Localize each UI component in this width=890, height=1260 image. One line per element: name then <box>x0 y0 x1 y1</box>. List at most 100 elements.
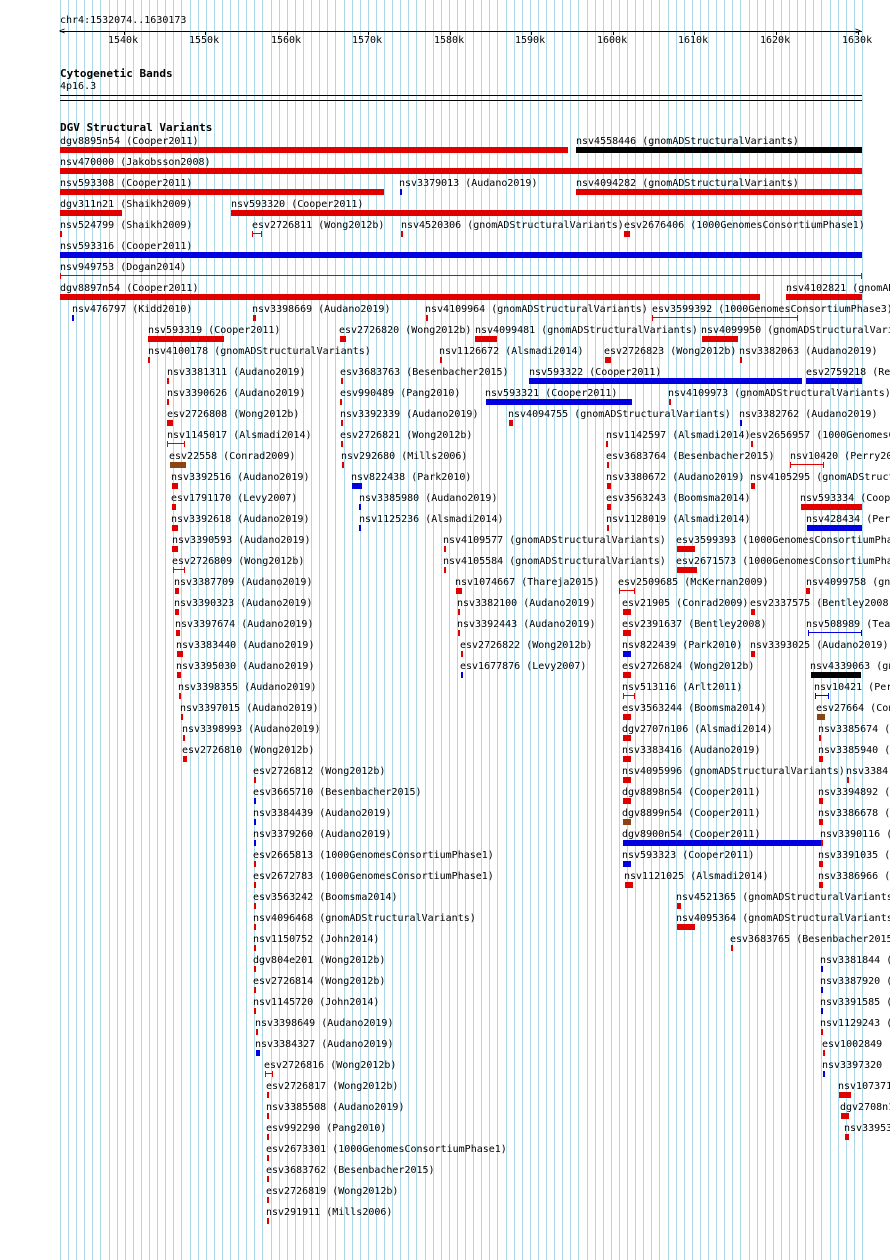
variant-tick[interactable] <box>819 882 823 888</box>
variant-label[interactable]: nsv1129243 (Alsmadi2014) <box>820 1018 890 1029</box>
variant-tick[interactable] <box>181 714 183 720</box>
variant-label[interactable]: nsv3382100 (Audano2019) <box>457 598 595 609</box>
variant-label[interactable]: nsv291911 (Mills2006) <box>266 1207 392 1218</box>
variant-label[interactable]: nsv3380672 (Audano2019) <box>606 472 744 483</box>
variant-label[interactable]: esv2726824 (Wong2012b) <box>622 661 754 672</box>
variant-tick[interactable] <box>254 840 256 846</box>
variant-tick[interactable] <box>256 1050 260 1056</box>
variant-label[interactable]: esv1002849 (Pang2010) <box>822 1039 890 1050</box>
variant-tick[interactable] <box>821 966 823 972</box>
variant-label[interactable]: nsv1074667 (Thareja2015) <box>455 577 600 588</box>
variant-label[interactable]: esv3563244 (Boomsma2014) <box>622 703 767 714</box>
variant-label[interactable]: nsv3391585 (Audano2019) <box>820 997 890 1008</box>
variant-tick[interactable] <box>623 630 631 636</box>
variant-bar[interactable] <box>817 714 825 720</box>
variant-label[interactable]: nsv3390626 (Audano2019) <box>167 388 305 399</box>
variant-tick[interactable] <box>172 483 178 489</box>
variant-tick[interactable] <box>254 777 256 783</box>
variant-tick[interactable] <box>821 840 823 846</box>
variant-label[interactable]: nsv3387709 (Audano2019) <box>174 577 312 588</box>
variant-tick[interactable] <box>267 1176 269 1182</box>
variant-label[interactable]: nsv593319 (Cooper2011) <box>148 325 280 336</box>
variant-tick[interactable] <box>359 525 361 531</box>
variant-tick[interactable] <box>819 798 823 804</box>
variant-bar[interactable] <box>677 567 697 573</box>
variant-label[interactable]: dgv8895n54 (Cooper2011) <box>60 136 198 147</box>
variant-label[interactable]: esv2726808 (Wong2012b) <box>167 409 299 420</box>
variant-tick[interactable] <box>823 1050 825 1056</box>
variant-tick[interactable] <box>341 420 343 426</box>
variant-label[interactable]: esv2726823 (Wong2012b) <box>604 346 736 357</box>
variant-tick[interactable] <box>341 441 343 447</box>
variant-label[interactable]: nsv3386678 (Audano2019) <box>818 808 890 819</box>
variant-label[interactable]: nsv593316 (Cooper2011) <box>60 241 192 252</box>
variant-label[interactable]: esv2337575 (Bentley2008) <box>750 598 890 609</box>
variant-label[interactable]: nsv476797 (Kidd2010) <box>72 304 192 315</box>
variant-label[interactable]: nsv3397015 (Audano2019) <box>180 703 318 714</box>
variant-label[interactable]: nsv470000 (Jakobsson2008) <box>60 157 211 168</box>
variant-label[interactable]: esv3683765 (Besenbacher2015) <box>730 934 890 945</box>
variant-tick[interactable] <box>267 1197 269 1203</box>
variant-label[interactable]: nsv4105584 (gnomADStructuralVariants) <box>443 556 666 567</box>
variant-label[interactable]: nsv3398993 (Audano2019) <box>182 724 320 735</box>
variant-label[interactable]: nsv1121025 (Alsmadi2014) <box>624 871 769 882</box>
variant-label[interactable]: esv2726812 (Wong2012b) <box>253 766 385 777</box>
variant-label[interactable]: nsv593321 (Cooper2011) <box>485 388 617 399</box>
variant-label[interactable]: esv2391637 (Bentley2008) <box>622 619 767 630</box>
variant-label[interactable]: dgv8899n54 (Cooper2011) <box>622 808 760 819</box>
variant-label[interactable]: nsv4094282 (gnomADStructuralVariants) <box>576 178 799 189</box>
variant-tick[interactable] <box>444 567 446 573</box>
variant-label[interactable]: nsv4109577 (gnomADStructuralVariants) <box>443 535 666 546</box>
variant-tick[interactable] <box>359 504 361 510</box>
variant-label[interactable]: nsv1073717 (Thareja2015) <box>838 1081 890 1092</box>
variant-label[interactable]: dgv2708n106 (Alsmadi2014) <box>840 1102 890 1113</box>
variant-tick[interactable] <box>177 672 181 678</box>
variant-bar[interactable] <box>60 147 568 153</box>
variant-tick[interactable] <box>254 924 256 930</box>
variant-tick[interactable] <box>172 546 178 552</box>
variant-bracket[interactable] <box>167 443 185 444</box>
variant-label[interactable]: nsv428434 (Perry2008) <box>806 514 890 525</box>
variant-label[interactable]: nsv4099481 (gnomADStructuralVariants) <box>475 325 698 336</box>
variant-tick[interactable] <box>821 1029 823 1035</box>
variant-label[interactable]: nsv3395030 (Audano2019) <box>176 661 314 672</box>
variant-label[interactable]: nsv593334 (Cooper2011) <box>800 493 890 504</box>
variant-label[interactable]: nsv3387920 (Audano2019) <box>820 976 890 987</box>
variant-label[interactable]: esv2673301 (1000GenomesConsortiumPhase1) <box>266 1144 507 1155</box>
variant-label[interactable]: esv2726814 (Wong2012b) <box>253 976 385 987</box>
variant-bar[interactable] <box>60 210 122 216</box>
variant-tick[interactable] <box>183 756 187 762</box>
variant-label[interactable]: nsv3385508 (Audano2019) <box>266 1102 404 1113</box>
variant-bar[interactable] <box>677 546 695 552</box>
variant-tick[interactable] <box>458 609 460 615</box>
variant-tick[interactable] <box>254 861 256 867</box>
variant-label[interactable]: esv2726809 (Wong2012b) <box>172 556 304 567</box>
variant-tick[interactable] <box>623 756 631 762</box>
variant-bar[interactable] <box>576 147 862 153</box>
variant-label[interactable]: nsv3393025 (Audano2019) <box>750 640 888 651</box>
variant-tick[interactable] <box>819 861 823 867</box>
variant-label[interactable]: nsv3390593 (Audano2019) <box>172 535 310 546</box>
variant-label[interactable]: nsv949753 (Dogan2014) <box>60 262 186 273</box>
variant-label[interactable]: nsv593308 (Cooper2011) <box>60 178 192 189</box>
variant-label[interactable]: nsv3392618 (Audano2019) <box>171 514 309 525</box>
variant-tick[interactable] <box>740 357 742 363</box>
variant-tick[interactable] <box>751 609 755 615</box>
variant-tick[interactable] <box>819 756 823 762</box>
variant-label[interactable]: nsv513116 (Arlt2011) <box>622 682 742 693</box>
variant-tick[interactable] <box>751 651 755 657</box>
variant-bar[interactable] <box>839 1092 851 1098</box>
variant-label[interactable]: nsv3382762 (Audano2019) <box>739 409 877 420</box>
variant-tick[interactable] <box>267 1092 269 1098</box>
variant-tick[interactable] <box>461 651 463 657</box>
variant-label[interactable]: esv3683763 (Besenbacher2015) <box>340 367 509 378</box>
variant-tick[interactable] <box>623 777 631 783</box>
variant-bar[interactable] <box>352 483 362 489</box>
variant-label[interactable]: dgv2707n106 (Alsmadi2014) <box>622 724 773 735</box>
variant-tick[interactable] <box>751 441 753 447</box>
variant-label[interactable]: nsv508989 (Teague2010) <box>806 619 890 630</box>
variant-label[interactable]: nsv593320 (Cooper2011) <box>231 199 363 210</box>
variant-label[interactable]: esv2759218 (Redon2006) <box>806 367 890 378</box>
variant-tick[interactable] <box>167 399 169 405</box>
variant-label[interactable]: nsv3385940 (Audano2019) <box>818 745 890 756</box>
